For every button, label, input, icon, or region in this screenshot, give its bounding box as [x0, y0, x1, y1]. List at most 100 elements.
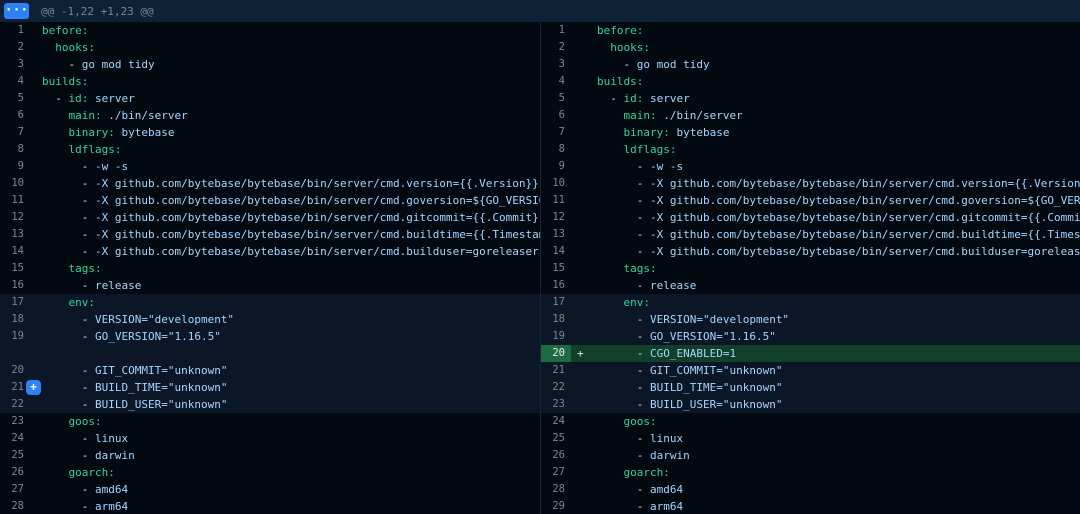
- line-number[interactable]: 6: [541, 107, 571, 124]
- line-marker: [571, 481, 597, 498]
- line-number[interactable]: 23: [541, 396, 571, 413]
- line-number[interactable]: 6: [0, 107, 30, 124]
- line-number[interactable]: 17: [0, 294, 30, 311]
- diff-left-pane: 1before:2 hooks:3 - go mod tidy4builds:5…: [0, 22, 540, 514]
- line-number[interactable]: 24: [0, 430, 30, 447]
- line-number[interactable]: 5: [541, 90, 571, 107]
- line-number[interactable]: 11: [541, 192, 571, 209]
- code-token: [42, 415, 69, 428]
- line-marker: [571, 56, 597, 73]
- code-token: -: [42, 398, 95, 411]
- line-marker: [30, 260, 42, 277]
- code-token: -: [42, 330, 95, 343]
- line-marker: [571, 464, 597, 481]
- line-number[interactable]: 18: [541, 311, 571, 328]
- line-number[interactable]: 14: [541, 243, 571, 260]
- line-marker: [30, 396, 42, 413]
- diff-row: 13 - -X github.com/bytebase/bytebase/bin…: [541, 226, 1080, 243]
- diff-row: 9 - -w -s: [541, 158, 1080, 175]
- code-token: [597, 41, 610, 54]
- line-marker: [571, 22, 597, 39]
- code-line: - BUILD_USER="unknown": [42, 396, 540, 413]
- code-line: - darwin: [42, 447, 540, 464]
- line-number[interactable]: 24: [541, 413, 571, 430]
- diff-right-pane: 1before:2 hooks:3 - go mod tidy4builds:5…: [540, 22, 1080, 514]
- line-number[interactable]: 26: [0, 464, 30, 481]
- code-token: go mod tidy: [82, 58, 155, 71]
- line-number[interactable]: 27: [541, 464, 571, 481]
- line-marker: [571, 379, 597, 396]
- line-marker: [30, 226, 42, 243]
- line-number[interactable]: 13: [0, 226, 30, 243]
- line-marker: [571, 277, 597, 294]
- diff-row: 25 - linux: [541, 430, 1080, 447]
- line-number[interactable]: 11: [0, 192, 30, 209]
- code-token: hooks:: [55, 41, 95, 54]
- line-number[interactable]: 17: [541, 294, 571, 311]
- line-number[interactable]: 25: [541, 430, 571, 447]
- diff-row: 15 tags:: [0, 260, 540, 277]
- line-number[interactable]: 20: [0, 362, 30, 379]
- code-token: [42, 262, 69, 275]
- code-token: linux: [95, 432, 128, 445]
- diff-row: 8 ldflags:: [541, 141, 1080, 158]
- line-number[interactable]: 4: [541, 73, 571, 90]
- line-number[interactable]: 28: [541, 481, 571, 498]
- diff-row: 17 env:: [541, 294, 1080, 311]
- line-number[interactable]: 8: [541, 141, 571, 158]
- line-number[interactable]: 21: [541, 362, 571, 379]
- diff-row: 18 - VERSION="development": [541, 311, 1080, 328]
- line-number[interactable]: 10: [0, 175, 30, 192]
- line-number[interactable]: 2: [0, 39, 30, 56]
- line-number[interactable]: 27: [0, 481, 30, 498]
- line-number[interactable]: 16: [541, 277, 571, 294]
- line-number[interactable]: 5: [0, 90, 30, 107]
- line-number[interactable]: 26: [541, 447, 571, 464]
- code-token: BUILD_TIME="unknown": [650, 381, 782, 394]
- code-token: -X github.com/bytebase/bytebase/bin/serv…: [95, 228, 540, 241]
- code-line: hooks:: [42, 39, 540, 56]
- code-token: ldflags:: [69, 143, 122, 156]
- line-number[interactable]: 1: [0, 22, 30, 39]
- line-number[interactable]: 20: [541, 345, 571, 362]
- line-marker: [30, 498, 42, 514]
- line-number[interactable]: 15: [0, 260, 30, 277]
- code-token: bytebase: [121, 126, 174, 139]
- line-number[interactable]: 8: [0, 141, 30, 158]
- line-number[interactable]: 10: [541, 175, 571, 192]
- line-number[interactable]: 29: [541, 498, 571, 514]
- line-number[interactable]: 16: [0, 277, 30, 294]
- line-number[interactable]: 23: [0, 413, 30, 430]
- code-line: tags:: [597, 260, 1080, 277]
- diff-row: 6 main: ./bin/server: [541, 107, 1080, 124]
- line-marker: [30, 362, 42, 379]
- line-number[interactable]: 2: [541, 39, 571, 56]
- line-number[interactable]: 1: [541, 22, 571, 39]
- line-number[interactable]: 18: [0, 311, 30, 328]
- line-number[interactable]: 9: [0, 158, 30, 175]
- line-number[interactable]: 22: [0, 396, 30, 413]
- line-number[interactable]: 15: [541, 260, 571, 277]
- code-line: - GIT_COMMIT="unknown": [597, 362, 1080, 379]
- code-token: GIT_COMMIT="unknown": [650, 364, 782, 377]
- line-number[interactable]: 19: [0, 328, 30, 345]
- line-number[interactable]: 3: [0, 56, 30, 73]
- line-number[interactable]: 22: [541, 379, 571, 396]
- line-number[interactable]: 9: [541, 158, 571, 175]
- line-number[interactable]: 25: [0, 447, 30, 464]
- line-number[interactable]: 12: [0, 209, 30, 226]
- line-number[interactable]: 7: [541, 124, 571, 141]
- line-number[interactable]: 7: [0, 124, 30, 141]
- add-comment-button[interactable]: +: [26, 380, 41, 395]
- diff-row: 4builds:: [541, 73, 1080, 90]
- line-number[interactable]: 19: [541, 328, 571, 345]
- expand-diff-button[interactable]: ···: [4, 3, 29, 19]
- diff-row: 16 - release: [0, 277, 540, 294]
- line-number[interactable]: 13: [541, 226, 571, 243]
- line-number[interactable]: 14: [0, 243, 30, 260]
- line-number[interactable]: 28: [0, 498, 30, 514]
- line-number[interactable]: 4: [0, 73, 30, 90]
- line-number[interactable]: 12: [541, 209, 571, 226]
- line-number[interactable]: 3: [541, 56, 571, 73]
- line-marker: [30, 413, 42, 430]
